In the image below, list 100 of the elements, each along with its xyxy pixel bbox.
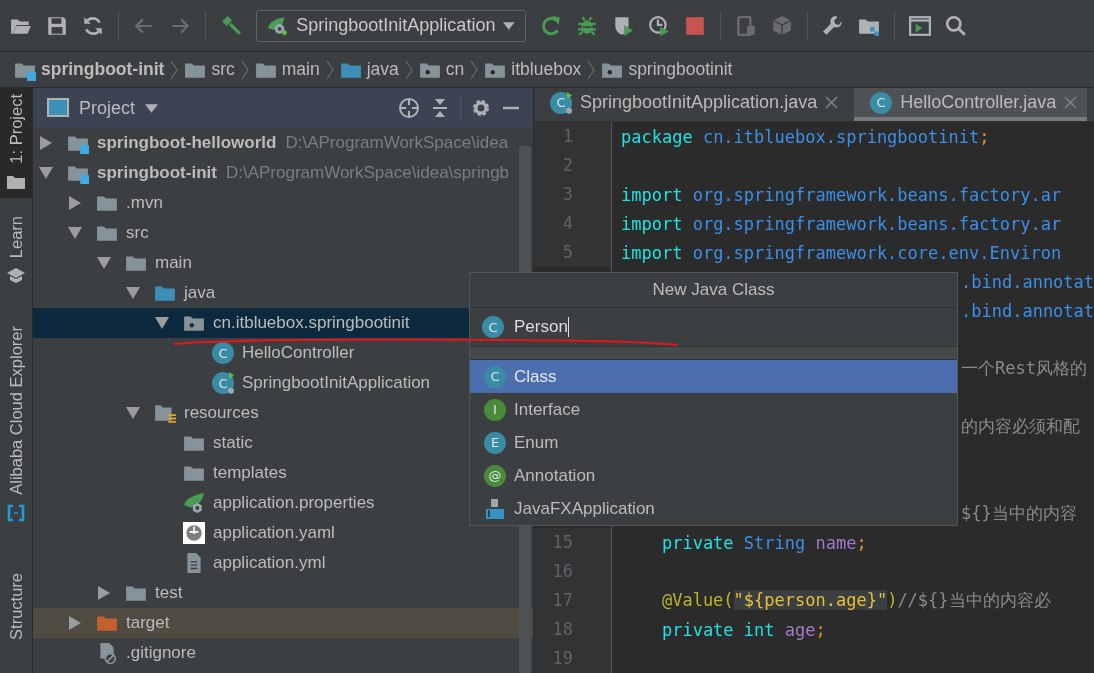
tree-item[interactable]: static xyxy=(33,428,253,458)
breadcrumb-separator-icon xyxy=(240,58,249,81)
save-icon[interactable] xyxy=(46,14,68,37)
tree-item[interactable]: main xyxy=(33,248,192,278)
triangle-down-icon[interactable] xyxy=(97,256,111,270)
tree-item[interactable]: java xyxy=(33,278,216,308)
triangle-down-icon[interactable] xyxy=(155,316,169,330)
breadcrumb-item[interactable]: springboot-init xyxy=(14,58,165,81)
tree-item[interactable]: test xyxy=(33,578,183,608)
enum-icon: E xyxy=(484,431,506,454)
wrench-icon[interactable] xyxy=(822,14,844,37)
tree-item[interactable]: springboot-helloworld D:\AProgramWorkSpace\idea xyxy=(33,128,509,158)
project-path: D:\AProgramWorkSpace\idea\springb xyxy=(225,163,510,183)
run-configuration-dropdown[interactable]: SpringbootInitApplication xyxy=(256,9,526,42)
tree-item[interactable]: application.yml xyxy=(33,548,326,578)
spring-class-icon: C xyxy=(212,372,234,394)
breadcrumb-item[interactable]: src xyxy=(184,58,235,81)
triangle-right-icon[interactable] xyxy=(68,196,82,210)
resources-folder-icon xyxy=(154,402,176,424)
clock-icon[interactable] xyxy=(648,14,670,37)
code-line: 一个Rest风格的 xyxy=(961,357,1087,380)
bracket-icon xyxy=(6,502,26,523)
class-kind-option[interactable]: @ Annotation xyxy=(470,459,957,492)
spring-class-icon: C xyxy=(550,91,572,114)
breadcrumb-item[interactable]: java xyxy=(339,58,399,81)
close-icon[interactable] xyxy=(825,96,839,109)
breadcrumb-item[interactable]: itbluebox xyxy=(484,58,582,81)
tree-item[interactable]: application.yaml xyxy=(33,518,335,548)
class-kind-option[interactable]: JavaFXApplication xyxy=(470,492,957,525)
breadcrumb-item[interactable]: cn xyxy=(418,58,465,81)
breadcrumb-separator-icon xyxy=(325,58,334,81)
leaf-gear-icon xyxy=(183,492,205,514)
class-kind-option[interactable]: E Enum xyxy=(470,426,957,459)
interface-icon: I xyxy=(484,398,506,421)
triangle-down-icon[interactable] xyxy=(39,166,53,180)
tree-item[interactable]: target xyxy=(33,608,533,638)
class-kind-option[interactable]: C Class xyxy=(470,360,957,393)
triangle-down-icon[interactable] xyxy=(126,406,140,420)
triangle-down-icon[interactable] xyxy=(68,226,82,240)
caret-icon[interactable] xyxy=(145,103,159,113)
rerun-icon[interactable] xyxy=(540,14,562,37)
terminal-icon[interactable] xyxy=(909,14,931,37)
sync-icon[interactable] xyxy=(82,14,104,37)
class-icon: C xyxy=(870,91,893,114)
caret-icon xyxy=(503,21,515,30)
tree-item[interactable]: .gitignore xyxy=(33,638,196,668)
code-line: private int age; xyxy=(660,619,826,640)
triangle-right-icon[interactable] xyxy=(97,586,111,600)
tool-window-tab[interactable]: Learn xyxy=(0,209,32,292)
breadcrumb-separator-icon xyxy=(404,58,413,81)
class-kind-option[interactable]: I Interface xyxy=(470,393,957,426)
locate-icon[interactable] xyxy=(398,97,420,119)
tree-item[interactable]: cn.itbluebox.springbootinit xyxy=(33,308,469,338)
hammer-icon[interactable] xyxy=(220,14,242,37)
breadcrumb-item[interactable]: springbootinit xyxy=(601,58,733,81)
settings-icon[interactable] xyxy=(471,98,491,118)
tool-window-tab[interactable]: Structure xyxy=(0,566,32,646)
annotation-icon: @ xyxy=(484,464,506,487)
tree-item[interactable]: templates xyxy=(33,458,287,488)
breadcrumb-separator-icon xyxy=(170,58,179,81)
triangle-right-icon[interactable] xyxy=(68,616,82,630)
graduation-cap-icon xyxy=(6,265,26,286)
tree-item[interactable]: springboot-init D:\AProgramWorkSpace\idea\springb xyxy=(33,158,510,188)
code-line: @Value("${person.age}")//${}当中的内容必 xyxy=(660,589,1051,612)
spring-gear-icon xyxy=(267,15,289,36)
tree-item[interactable]: C HelloController xyxy=(33,338,355,368)
code-line: import org.springframework.beans.factory.ar xyxy=(621,184,1062,205)
triangle-down-icon[interactable] xyxy=(126,286,140,300)
tree-item[interactable]: .mvn xyxy=(33,188,163,218)
code-line: private String name; xyxy=(660,532,867,553)
collapse-all-icon[interactable] xyxy=(430,98,450,118)
tree-item[interactable]: src xyxy=(33,218,149,248)
tree-item[interactable]: C SpringbootInitApplication xyxy=(33,368,431,398)
code-line: .bind.annotat xyxy=(961,271,1094,292)
breadcrumb-separator-icon xyxy=(470,58,479,81)
tool-window-tab[interactable]: Alibaba Cloud Explorer xyxy=(0,319,32,529)
tree-item[interactable]: application.properties xyxy=(33,488,375,518)
search-icon[interactable] xyxy=(945,14,967,37)
code-line: import org.springframework.core.env.Environ xyxy=(621,242,1062,263)
code-line: package cn.itbluebox.springbootinit; xyxy=(621,126,990,147)
editor-tab[interactable]: C HelloController.java xyxy=(854,88,1088,121)
shield-icon[interactable] xyxy=(612,14,634,37)
emblem-icon xyxy=(183,522,205,544)
code-line: import org.springframework.beans.factory.ar xyxy=(621,213,1062,234)
editor-tab[interactable]: C SpringbootInitApplication.java xyxy=(534,88,849,121)
code-line: .bind.annotat xyxy=(961,300,1094,321)
breadcrumb-item[interactable]: main xyxy=(254,58,320,81)
bug-icon[interactable] xyxy=(576,14,598,37)
breadcrumb-separator-icon xyxy=(587,58,596,81)
class-icon: C xyxy=(212,342,234,364)
project-path: D:\AProgramWorkSpace\idea xyxy=(285,133,509,153)
triangle-right-icon[interactable] xyxy=(39,136,53,150)
code-line: 的内容必须和配 xyxy=(961,415,1080,438)
code-line: ${}当中的内容 xyxy=(961,502,1077,525)
javafx-file-icon xyxy=(484,497,506,520)
tool-window-tab[interactable]: 1: Project xyxy=(0,88,32,198)
panel-title[interactable]: Project xyxy=(79,97,136,119)
stop-icon[interactable] xyxy=(684,14,706,37)
class-icon: C xyxy=(482,316,504,338)
tree-item[interactable]: resources xyxy=(33,398,259,428)
